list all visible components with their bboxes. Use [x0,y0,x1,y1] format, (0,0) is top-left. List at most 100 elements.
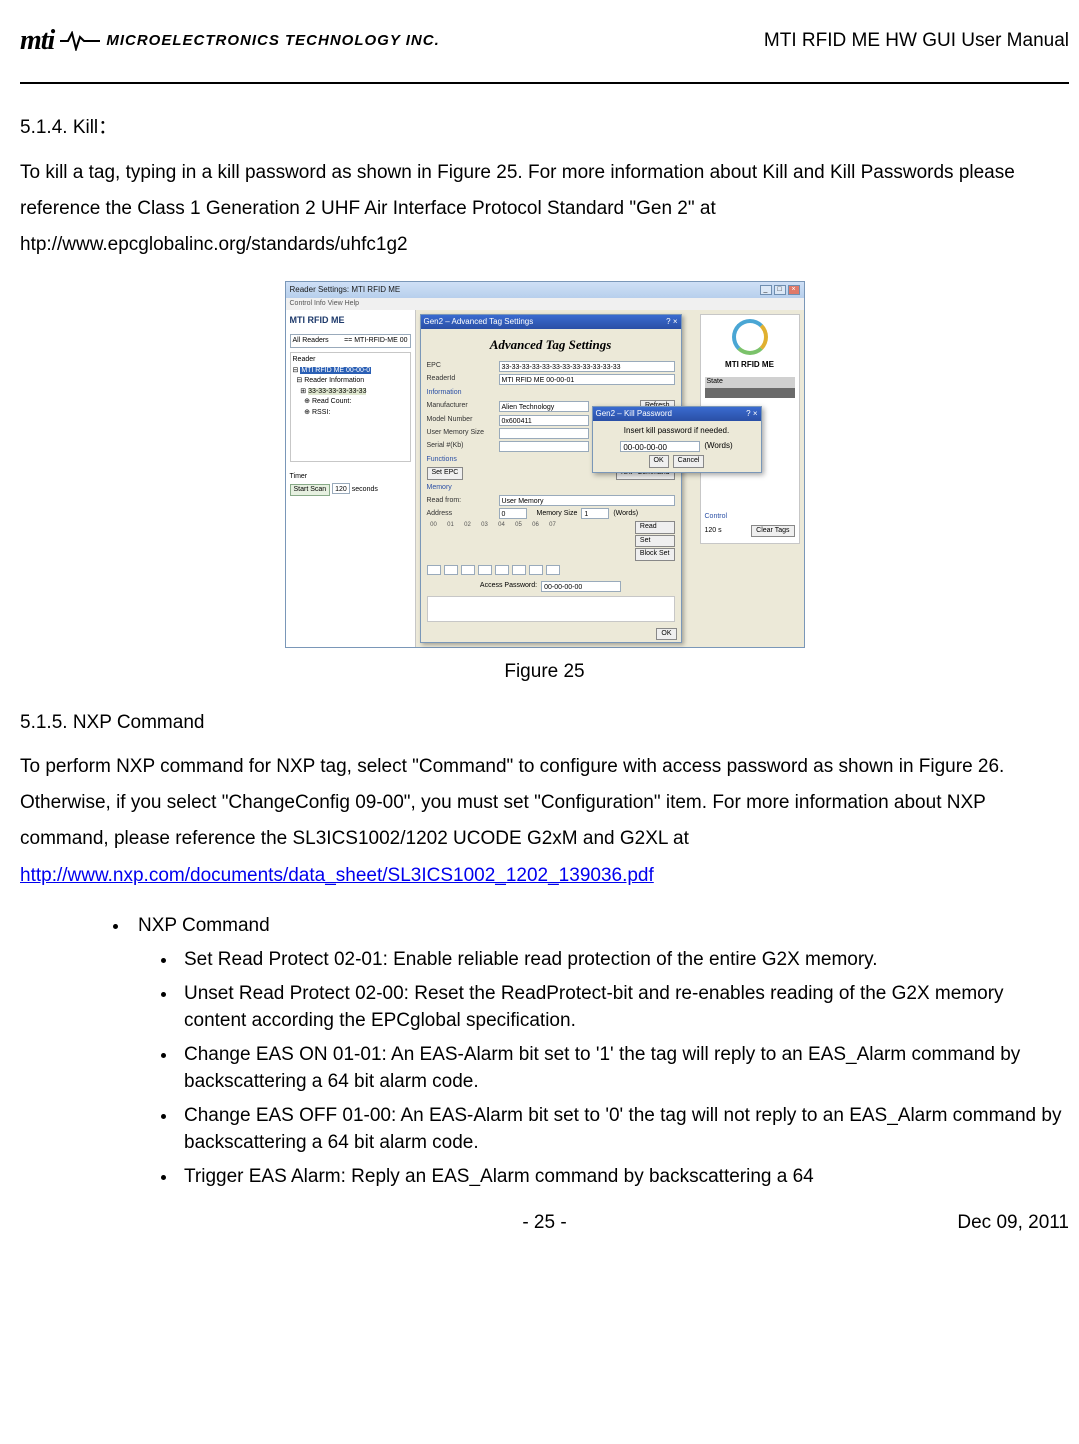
control-value: 120 s [705,526,722,537]
page-header: mti MICROELECTRONICS TECHNOLOGY INC. MTI… [20,20,1069,62]
memory-cell[interactable] [444,565,458,575]
memory-cell[interactable] [512,565,526,575]
readerid-label: ReaderId [427,374,495,385]
model-label: Model Number [427,415,495,426]
advanced-tag-dialog: Gen2 – Advanced Tag Settings ? × Advance… [420,314,682,643]
tree-rssi: RSSI: [312,409,330,416]
log-area [427,596,675,622]
footer-date: Dec 09, 2011 [869,1209,1069,1238]
memory-cell[interactable] [529,565,543,575]
left-panel: MTI RFID ME All Readers == MTI-RFID-ME 0… [286,310,416,647]
memory-cell[interactable] [461,565,475,575]
memory-cell[interactable] [478,565,492,575]
manufacturer-field: Alien Technology [499,401,589,412]
nxp-datasheet-link[interactable]: http://www.nxp.com/documents/data_sheet/… [20,865,654,886]
section-514-heading: 5.1.4. Kill： [20,114,1069,143]
kill-message: Insert kill password if needed. [624,425,729,437]
control-panel: Control 120 s Clear Tags [705,512,795,539]
memory-byte-headers: 00 01 02 03 04 05 06 07 Read Set Block [427,521,675,561]
reader-tree[interactable]: Reader ⊟ MTI RFID ME 00-00-0 ⊟ Reader In… [290,352,411,462]
menu-bar[interactable]: Control Info View Help [286,298,804,311]
serial-field [499,441,589,452]
section-515-heading: 5.1.5. NXP Command [20,709,1069,738]
setepc-button[interactable]: Set EPC [427,467,464,480]
timer-label: Timer [290,472,411,483]
tree-readerinfo[interactable]: Reader Information [304,377,364,384]
kill-unit: (Words) [704,440,732,452]
kill-dialog-titlebar: Gen2 – Kill Password ? × [593,407,761,421]
maximize-icon[interactable]: □ [774,285,786,295]
memory-byte-cells [427,565,675,575]
main-window-title: Reader Settings: MTI RFID ME [290,284,401,296]
memory-cell[interactable] [495,565,509,575]
byte-header: 06 [529,521,543,561]
memory-cell[interactable] [546,565,560,575]
list-item: NXP Command Set Read Protect 02-01: Enab… [130,912,1069,1191]
page-number: - 25 - [220,1209,869,1238]
byte-header: 07 [546,521,560,561]
memory-cell[interactable] [427,565,441,575]
section-515-body: To perform NXP command for NXP tag, sele… [20,749,1069,857]
info-group-label: Information [427,388,675,399]
state-header: State [705,377,795,388]
kill-dialog-title: Gen2 – Kill Password [596,408,672,420]
byte-header: 04 [495,521,509,561]
bullet-list-level1: NXP Command Set Read Protect 02-01: Enab… [130,912,1069,1191]
cleartags-button[interactable]: Clear Tags [751,525,794,538]
timer-area: Timer Start Scan 120 seconds [290,472,411,496]
advanced-heading: Advanced Tag Settings [427,335,675,355]
address-field[interactable]: 0 [499,508,527,519]
list-item: Change EAS OFF 01-00: An EAS-Alarm bit s… [178,1102,1069,1157]
logo-mark: mti [20,20,54,62]
accesspw-field[interactable]: 00-00-00-00 [541,581,621,592]
right-panel: Gen2 – Advanced Tag Settings ? × Advance… [416,310,804,647]
epc-label: EPC [427,361,495,372]
byte-header: 02 [461,521,475,561]
reader-dropdown[interactable]: All Readers == MTI-RFID-ME 00 [290,334,411,349]
readfrom-field[interactable]: User Memory [499,495,675,506]
tree-group: Reader [293,355,408,366]
timer-unit: seconds [352,486,378,493]
kill-cancel-button[interactable]: Cancel [673,455,705,468]
figure-25-wrap: Reader Settings: MTI RFID ME _ □ × Contr… [20,281,1069,649]
help-icon[interactable]: ? × [746,408,757,420]
epc-field[interactable]: 33-33-33-33-33-33-33-33-33-33-33-33 [499,361,675,372]
serial-label: Serial #(Kb) [427,441,495,452]
advanced-dialog-titlebar: Gen2 – Advanced Tag Settings ? × [421,315,681,329]
memsize-field[interactable]: 1 [581,508,609,519]
list-item: Set Read Protect 02-01: Enable reliable … [178,946,1069,974]
usermem-field [499,428,589,439]
combo-label: All Readers [293,336,329,347]
blockset-button[interactable]: Block Set [635,548,675,561]
kill-password-field[interactable]: 00-00-00-00 [620,441,700,452]
left-brand: MTI RFID ME [290,314,411,328]
l1-label: NXP Command [138,915,270,936]
list-item: Trigger EAS Alarm: Reply an EAS_Alarm co… [178,1163,1069,1191]
byte-header: 03 [478,521,492,561]
timer-value[interactable]: 120 [332,483,350,494]
tree-tag[interactable]: 33-33-33-33-33-33 [308,388,366,395]
address-label: Address [427,509,495,520]
ok-button[interactable]: OK [656,628,676,641]
kill-ok-button[interactable]: OK [649,455,669,468]
set-button[interactable]: Set [635,535,675,548]
window-controls: _ □ × [760,285,800,295]
main-window-titlebar: Reader Settings: MTI RFID ME _ □ × [286,282,804,298]
logo-block: mti MICROELECTRONICS TECHNOLOGY INC. [20,20,440,62]
state-panel: State [705,377,795,398]
right-brand: MTI RFID ME [725,359,774,371]
memory-group-label: Memory [427,483,675,494]
kill-password-dialog: Gen2 – Kill Password ? × Insert kill pas… [592,406,762,473]
memsize-label: Memory Size [537,509,578,520]
help-icon[interactable]: ? × [666,316,677,328]
close-icon[interactable]: × [788,285,800,295]
advanced-dialog-title: Gen2 – Advanced Tag Settings [424,316,534,328]
byte-header: 05 [512,521,526,561]
read-button[interactable]: Read [635,521,675,534]
logo-text: MICROELECTRONICS TECHNOLOGY INC. [106,30,439,53]
pulse-icon [60,31,100,51]
start-scan-button[interactable]: Start Scan [290,484,331,497]
screenshot-figure-25: Reader Settings: MTI RFID ME _ □ × Contr… [285,281,805,649]
tree-item-selected[interactable]: MTI RFID ME 00-00-0 [300,367,371,374]
minimize-icon[interactable]: _ [760,285,772,295]
